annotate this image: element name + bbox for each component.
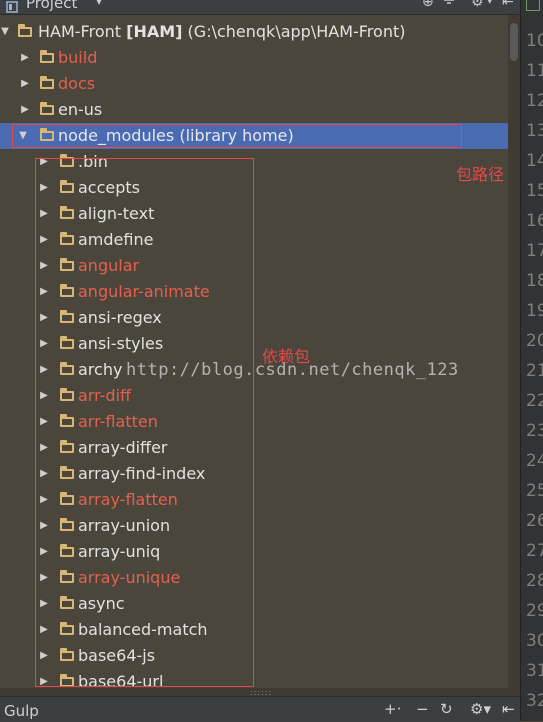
editor-tab-marker-icon xyxy=(526,0,540,11)
line-number: 26 xyxy=(526,511,543,531)
gear-icon[interactable]: ⚙▾ xyxy=(470,700,491,718)
dependencies-highlight-box xyxy=(35,158,254,687)
collapse-all-icon[interactable] xyxy=(443,0,455,10)
line-number: 22 xyxy=(526,391,543,411)
hide-panel-icon[interactable]: ⇤ xyxy=(502,0,514,10)
tree-item-label: en-us xyxy=(58,100,103,119)
watermark-text: http://blog.csdn.net/chenqk_123 xyxy=(126,360,459,380)
line-number: 17 xyxy=(526,241,543,261)
gear-icon[interactable]: ⚙ xyxy=(471,0,484,10)
view-switcher-chevron-icon[interactable]: ▾ xyxy=(96,0,102,8)
tree-item-label: docs xyxy=(58,74,96,93)
line-number: 24 xyxy=(526,451,543,471)
tree-item-build[interactable]: ▶ build xyxy=(0,45,508,71)
line-number: 14 xyxy=(526,151,543,171)
root-name: HAM-Front xyxy=(38,22,122,41)
line-number: 25 xyxy=(526,481,543,501)
line-number: 11 xyxy=(526,61,543,81)
line-number: 16 xyxy=(526,211,543,231)
root-label: HAM-Front [HAM] (G:\chenqk\app\HAM-Front… xyxy=(38,19,405,45)
folder-icon xyxy=(40,50,54,63)
line-number: 20 xyxy=(526,331,543,351)
remove-icon[interactable]: − xyxy=(416,700,429,718)
collapse-arrow-icon[interactable]: ▶ xyxy=(19,97,31,123)
line-number: 15 xyxy=(526,181,543,201)
project-view-title[interactable]: Project xyxy=(26,0,77,12)
line-number: 12 xyxy=(526,91,543,111)
scroll-from-source-icon[interactable]: ⊕ xyxy=(422,0,434,10)
line-number: 31 xyxy=(526,661,543,681)
package-path-note: 包路径 xyxy=(456,165,505,184)
line-number: 10 xyxy=(526,31,543,51)
line-number: 28 xyxy=(526,571,543,591)
tree-scrollbar[interactable] xyxy=(508,15,520,688)
line-number: 13 xyxy=(526,121,543,141)
gulp-panel-title: Gulp xyxy=(4,702,39,720)
folder-icon xyxy=(40,76,54,89)
root-path: (G:\chenqk\app\HAM-Front) xyxy=(187,22,406,41)
expand-arrow-icon[interactable]: ▼ xyxy=(0,19,11,45)
line-number: 32 xyxy=(526,691,543,711)
panel-splitter[interactable]: :::::: xyxy=(0,688,520,697)
line-number: 30 xyxy=(526,631,543,651)
collapse-arrow-icon[interactable]: ▶ xyxy=(19,45,31,71)
project-toolbar: Project ▾ ⊕ ⚙ ▾ ⇤ xyxy=(0,0,520,15)
project-view-icon xyxy=(6,0,18,13)
folder-icon xyxy=(18,24,32,37)
selection-highlight-box xyxy=(12,124,462,148)
settings-chevron-icon[interactable]: ▾ xyxy=(487,0,493,7)
refresh-icon[interactable]: ↻ xyxy=(440,700,453,718)
hide-panel-icon[interactable]: ⇤ xyxy=(502,700,515,718)
add-icon[interactable]: +· xyxy=(384,700,401,718)
tree-item-label: build xyxy=(58,48,98,67)
line-number: 27 xyxy=(526,541,543,561)
editor-gutter: 10 11 12 13 14 15 16 17 18 19 20 21 22 2… xyxy=(520,0,543,721)
ide-window: Project ▾ ⊕ ⚙ ▾ ⇤ ▼ HAM-Front [HAM] (G:\… xyxy=(0,0,543,722)
root-module: [HAM] xyxy=(126,22,183,41)
line-number: 21 xyxy=(526,361,543,381)
collapse-arrow-icon[interactable]: ▶ xyxy=(19,71,31,97)
gulp-panel-header: Gulp +· − ↻ ⚙▾ ⇤ xyxy=(0,696,520,722)
tree-root-row[interactable]: ▼ HAM-Front [HAM] (G:\chenqk\app\HAM-Fro… xyxy=(0,19,508,45)
line-number: 19 xyxy=(526,301,543,321)
line-number: 18 xyxy=(526,271,543,291)
line-number: 29 xyxy=(526,601,543,621)
tree-item-docs[interactable]: ▶ docs xyxy=(0,71,508,97)
folder-icon xyxy=(40,102,54,115)
tree-item-en-us[interactable]: ▶ en-us xyxy=(0,97,508,123)
scrollbar-thumb[interactable] xyxy=(510,23,518,61)
line-number: 23 xyxy=(526,421,543,441)
